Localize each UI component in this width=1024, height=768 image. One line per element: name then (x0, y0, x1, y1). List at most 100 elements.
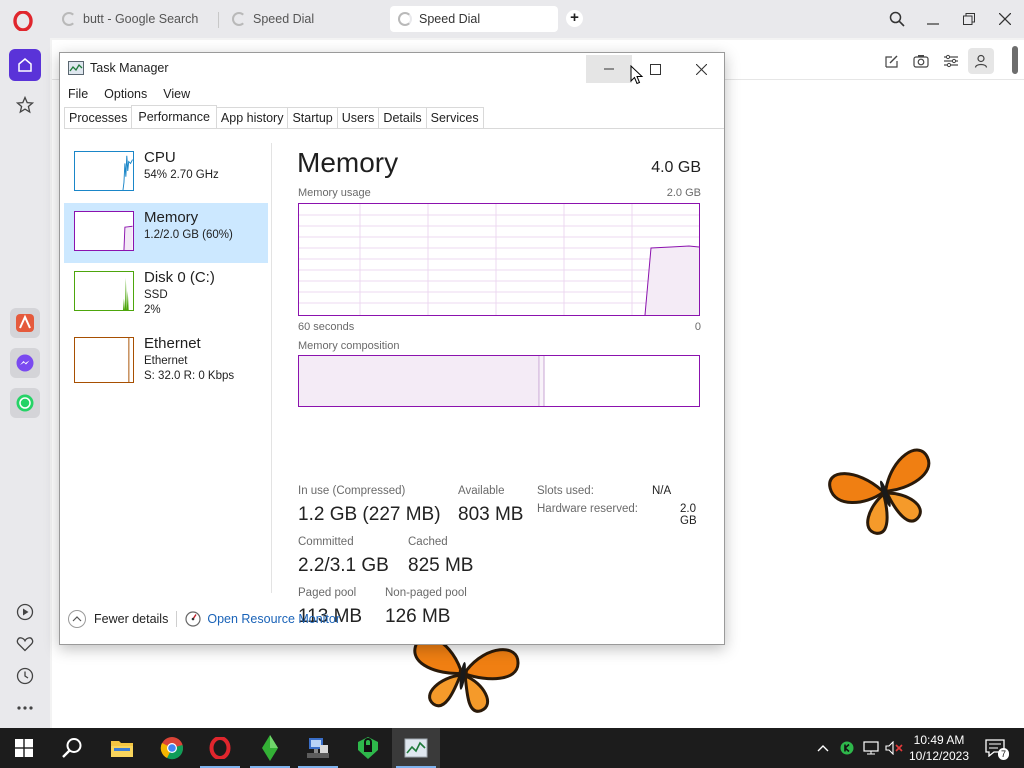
security-shield-icon[interactable] (344, 728, 392, 768)
tab-speed-dial-1[interactable]: Speed Dial (224, 6, 322, 32)
resource-title: CPU (144, 149, 176, 166)
aria-app-icon[interactable] (10, 308, 40, 338)
clock-time: 10:49 AM (913, 733, 965, 747)
task-manager-titlebar[interactable]: Task Manager (68, 61, 169, 75)
more-options-icon[interactable] (9, 692, 41, 724)
notification-count-badge: 7 (998, 748, 1010, 760)
clock-date: 10/12/2023 (908, 749, 970, 763)
in-use-value: 1.2 GB (227 MB) (298, 504, 441, 525)
maximize-icon (649, 63, 661, 75)
profile-icon[interactable] (968, 48, 994, 74)
resource-list: CPU 54% 2.70 GHz Memory 1.2/2.0 GB (60%)… (60, 143, 272, 593)
easy-setup-icon[interactable] (941, 51, 961, 71)
memory-thumbnail-graph (74, 211, 134, 251)
minimize-icon[interactable] (922, 8, 944, 30)
fewer-details-link[interactable]: Fewer details (94, 612, 168, 626)
slots-used-label: Slots used: (537, 485, 594, 497)
loading-icon (398, 12, 412, 26)
resource-detail: 2% (144, 304, 161, 316)
close-icon[interactable] (994, 8, 1016, 30)
windows-taskbar: 10:49 AM 10/12/2023 7 (0, 728, 1024, 768)
paged-pool-label: Paged pool (298, 587, 357, 599)
kaspersky-tray-icon[interactable] (838, 728, 856, 768)
butterfly-icon (828, 448, 931, 535)
nonpaged-pool-label: Non-paged pool (385, 587, 467, 599)
in-use-label: In use (Compressed) (298, 485, 406, 497)
tab-details[interactable]: Details (378, 107, 427, 128)
task-manager-taskbar-icon[interactable] (392, 728, 440, 768)
tab-google-search[interactable]: butt - Google Search (54, 6, 206, 32)
memory-usage-graph (298, 203, 700, 316)
chevron-up-icon[interactable] (814, 728, 832, 768)
tab-app-history[interactable]: App history (215, 107, 289, 128)
tab-search-icon[interactable] (886, 8, 908, 30)
tab-label: butt - Google Search (83, 12, 199, 26)
resource-detail: SSD (144, 289, 168, 301)
total-memory: 4.0 GB (651, 159, 701, 176)
search-icon[interactable] (48, 728, 96, 768)
history-clock-icon[interactable] (9, 660, 41, 692)
minimize-button[interactable] (586, 55, 632, 83)
opera-sidebar (0, 38, 50, 728)
memory-composition-bar (298, 355, 700, 407)
tab-processes[interactable]: Processes (64, 107, 133, 128)
player-icon[interactable] (9, 596, 41, 628)
available-value: 803 MB (458, 504, 524, 525)
resource-title: Ethernet (144, 335, 201, 352)
task-manager-app-icon (68, 61, 84, 75)
resource-ethernet[interactable]: Ethernet Ethernet S: 32.0 R: 0 Kbps (64, 329, 268, 389)
chevron-up-icon[interactable] (68, 610, 86, 628)
menu-options[interactable]: Options (96, 84, 155, 104)
panel-heading: Memory (297, 147, 399, 178)
resource-cpu[interactable]: CPU 54% 2.70 GHz (64, 143, 268, 203)
network-tool-icon[interactable] (294, 728, 342, 768)
committed-label: Committed (298, 536, 354, 548)
edit-icon[interactable] (881, 51, 901, 71)
file-explorer-icon[interactable] (98, 728, 146, 768)
loading-icon (62, 12, 76, 26)
chrome-icon[interactable] (148, 728, 196, 768)
volume-muted-icon[interactable] (884, 728, 904, 768)
restore-icon[interactable] (958, 8, 980, 30)
cached-label: Cached (408, 536, 448, 548)
sims-plumbob-icon[interactable] (246, 728, 294, 768)
open-resource-monitor-link[interactable]: Open Resource Monitor (207, 612, 340, 626)
notification-center-icon[interactable]: 7 (978, 728, 1012, 768)
resource-memory[interactable]: Memory 1.2/2.0 GB (60%) (64, 203, 268, 263)
tab-speed-dial-2[interactable]: Speed Dial (390, 6, 558, 32)
resource-title: Disk 0 (C:) (144, 269, 215, 286)
bookmarks-star-icon[interactable] (9, 89, 41, 121)
usage-graph-max: 2.0 GB (666, 187, 701, 199)
tab-startup[interactable]: Startup (287, 107, 338, 128)
tab-users[interactable]: Users (336, 107, 380, 128)
resource-title: Memory (144, 209, 199, 226)
tab-strip: Processes Performance App history Startu… (64, 105, 724, 129)
footer-bar: Fewer details Open Resource Monitor (68, 610, 340, 628)
resource-detail: Ethernet (144, 355, 188, 367)
start-windows-icon[interactable] (0, 728, 48, 768)
tab-performance[interactable]: Performance (131, 105, 217, 128)
whatsapp-icon[interactable] (10, 388, 40, 418)
graph-x-end: 0 (694, 321, 701, 333)
maximize-button[interactable] (632, 55, 678, 83)
home-icon[interactable] (9, 49, 41, 81)
new-tab-button[interactable]: + (566, 10, 583, 27)
tab-services[interactable]: Services (425, 107, 484, 128)
menu-view[interactable]: View (155, 84, 198, 104)
scrollbar-thumb[interactable] (1012, 46, 1018, 74)
slots-used-value: N/A (652, 485, 672, 497)
close-button[interactable] (678, 55, 724, 83)
tab-label: Speed Dial (253, 12, 315, 26)
resource-disk[interactable]: Disk 0 (C:) SSD 2% (64, 263, 268, 323)
resource-monitor-icon (185, 611, 201, 627)
messenger-icon[interactable] (10, 348, 40, 378)
opera-logo-icon[interactable] (13, 11, 33, 31)
system-clock[interactable]: 10:49 AM 10/12/2023 (904, 732, 974, 764)
snapshot-camera-icon[interactable] (911, 51, 931, 71)
cached-value: 825 MB (408, 555, 474, 576)
network-tray-icon[interactable] (862, 728, 880, 768)
footer-divider (176, 611, 178, 627)
opera-taskbar-icon[interactable] (196, 728, 244, 768)
menu-file[interactable]: File (60, 84, 96, 104)
heart-icon[interactable] (9, 628, 41, 660)
